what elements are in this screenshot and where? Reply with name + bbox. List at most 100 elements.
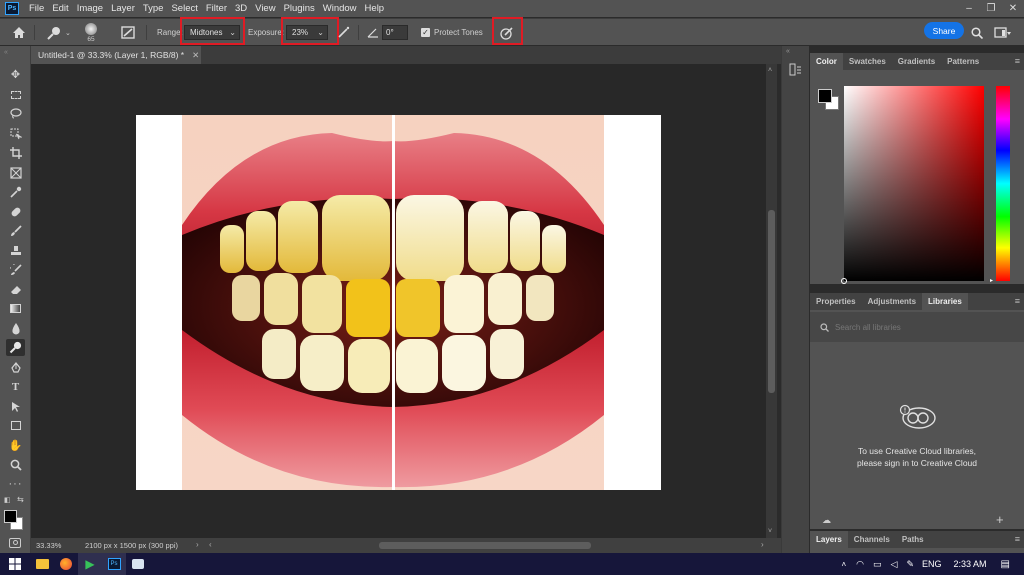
blur-tool-icon[interactable] [6, 320, 25, 337]
menu-3d[interactable]: 3D [231, 0, 251, 17]
menu-select[interactable]: Select [167, 0, 201, 17]
photoshop-taskbar-icon[interactable]: Ps [102, 553, 126, 575]
tool-preset-picker[interactable]: ⌄ [46, 19, 71, 46]
tab-patterns[interactable]: Patterns [941, 53, 985, 70]
foreground-color[interactable] [818, 89, 832, 103]
brush-picker[interactable]: 65 [85, 19, 97, 46]
scroll-right-icon[interactable]: › [761, 540, 764, 549]
scroll-up-icon[interactable]: ˄ [768, 67, 772, 74]
tab-color[interactable]: Color [810, 53, 843, 70]
tab-swatches[interactable]: Swatches [843, 53, 892, 70]
chevron-right-icon[interactable]: › [196, 540, 199, 549]
type-tool-icon[interactable]: T [6, 378, 25, 395]
vertical-scroll-thumb[interactable] [768, 210, 775, 393]
restore-icon[interactable]: ❐ [980, 0, 1002, 17]
document-tab[interactable]: Untitled-1 @ 33.3% (Layer 1, RGB/8) * ✕ [31, 46, 201, 64]
protect-tones-toggle[interactable]: ✓ Protect Tones [421, 19, 483, 46]
menu-edit[interactable]: Edit [48, 0, 72, 17]
cloud-sync-icon[interactable]: ☁ [822, 515, 831, 526]
paint-app-icon[interactable] [126, 553, 150, 575]
move-tool-icon[interactable]: ✥ [6, 66, 25, 83]
color-picker-field[interactable] [841, 86, 984, 284]
brush-settings-button[interactable] [121, 19, 135, 46]
history-brush-tool-icon[interactable] [6, 261, 25, 278]
scroll-left-icon[interactable]: ‹ [209, 540, 212, 549]
tab-adjustments[interactable]: Adjustments [862, 293, 922, 310]
add-icon[interactable]: + [996, 512, 1004, 527]
panel-menu-icon[interactable]: ≡ [1015, 56, 1020, 66]
tab-layers[interactable]: Layers [810, 531, 848, 548]
foreground-color-swatch[interactable] [4, 510, 17, 523]
menu-filter[interactable]: Filter [202, 0, 231, 17]
minimize-icon[interactable]: – [958, 0, 980, 17]
menu-file[interactable]: File [25, 0, 48, 17]
healing-brush-tool-icon[interactable] [6, 203, 25, 220]
menu-help[interactable]: Help [361, 0, 389, 17]
library-search-field[interactable]: Search all libraries [810, 312, 1024, 342]
tab-gradients[interactable]: Gradients [892, 53, 941, 70]
pen-workspace-icon[interactable]: ✎ [906, 559, 914, 570]
vertical-scrollbar[interactable]: ˄ ˅ [766, 64, 777, 538]
menu-plugins[interactable]: Plugins [280, 0, 319, 17]
zoom-level[interactable]: 33.33% [36, 541, 61, 550]
dock-expand-icon[interactable]: « [786, 48, 790, 55]
path-select-tool-icon[interactable] [6, 398, 25, 415]
panel-menu-icon[interactable]: ≡ [1015, 534, 1020, 544]
more-tools-icon[interactable]: ··· [6, 475, 25, 492]
frame-tool-icon[interactable] [6, 164, 25, 181]
terminal-app-icon[interactable]: ▶ [78, 553, 102, 575]
hand-tool-icon[interactable]: ✋ [6, 437, 25, 454]
firefox-icon[interactable] [54, 553, 78, 575]
checkbox-checked-icon[interactable]: ✓ [421, 28, 430, 37]
scroll-down-icon[interactable]: ˅ [768, 528, 772, 535]
volume-icon[interactable]: ◁ [891, 559, 898, 570]
network-icon[interactable]: ◠ [856, 559, 864, 570]
menu-view[interactable]: View [251, 0, 279, 17]
hue-slider[interactable]: ▸ [990, 86, 1010, 284]
eraser-tool-icon[interactable] [6, 281, 25, 298]
default-colors-icon[interactable]: ◧ [4, 496, 11, 504]
home-button[interactable] [12, 19, 26, 46]
canvas-area[interactable] [31, 64, 766, 538]
menu-window[interactable]: Window [319, 0, 361, 17]
tab-channels[interactable]: Channels [848, 531, 896, 548]
zoom-tool-icon[interactable] [6, 456, 25, 473]
battery-icon[interactable]: ▭ [873, 559, 882, 570]
brush-tool-icon[interactable] [6, 222, 25, 239]
pen-tool-icon[interactable] [6, 359, 25, 376]
clock[interactable]: 2:33 AM [954, 559, 987, 569]
panel-menu-icon[interactable]: ≡ [1015, 296, 1020, 306]
language-indicator[interactable]: ENG [922, 559, 942, 569]
clone-stamp-tool-icon[interactable] [6, 242, 25, 259]
quick-mask-icon[interactable] [9, 538, 21, 548]
color-picker-handle[interactable] [841, 278, 847, 284]
menu-image[interactable]: Image [73, 0, 107, 17]
close-icon[interactable]: ✕ [1002, 0, 1024, 17]
search-button[interactable] [971, 19, 983, 46]
angle-field[interactable]: 0° [382, 25, 408, 40]
hue-slider-handle[interactable]: ▸ [990, 277, 993, 284]
windows-start-icon[interactable] [0, 553, 30, 575]
notification-icon[interactable]: ▤ [1001, 559, 1010, 570]
gradient-tool-icon[interactable] [6, 300, 25, 317]
tab-paths[interactable]: Paths [896, 531, 930, 548]
share-button[interactable]: Share [924, 22, 964, 39]
airbrush-button[interactable] [337, 19, 351, 46]
marquee-tool-icon[interactable] [6, 86, 25, 103]
swap-colors-icon[interactable]: ⇆ [17, 495, 24, 504]
menu-type[interactable]: Type [139, 0, 168, 17]
chevron-up-icon[interactable]: ˄ [841, 560, 846, 569]
eyedropper-tool-icon[interactable] [6, 183, 25, 200]
toolbar-collapse-icon[interactable]: « [4, 49, 27, 56]
dodge-tool-icon[interactable] [6, 339, 25, 356]
file-explorer-icon[interactable] [30, 553, 54, 575]
history-panel-icon[interactable] [789, 63, 802, 76]
crop-tool-icon[interactable] [6, 144, 25, 161]
tab-libraries[interactable]: Libraries [922, 293, 968, 310]
close-icon[interactable]: ✕ [192, 50, 199, 61]
object-select-tool-icon[interactable] [6, 125, 25, 142]
menu-layer[interactable]: Layer [107, 0, 139, 17]
document-canvas[interactable] [136, 115, 661, 490]
tab-properties[interactable]: Properties [810, 293, 862, 310]
rectangle-tool-icon[interactable] [6, 417, 25, 434]
